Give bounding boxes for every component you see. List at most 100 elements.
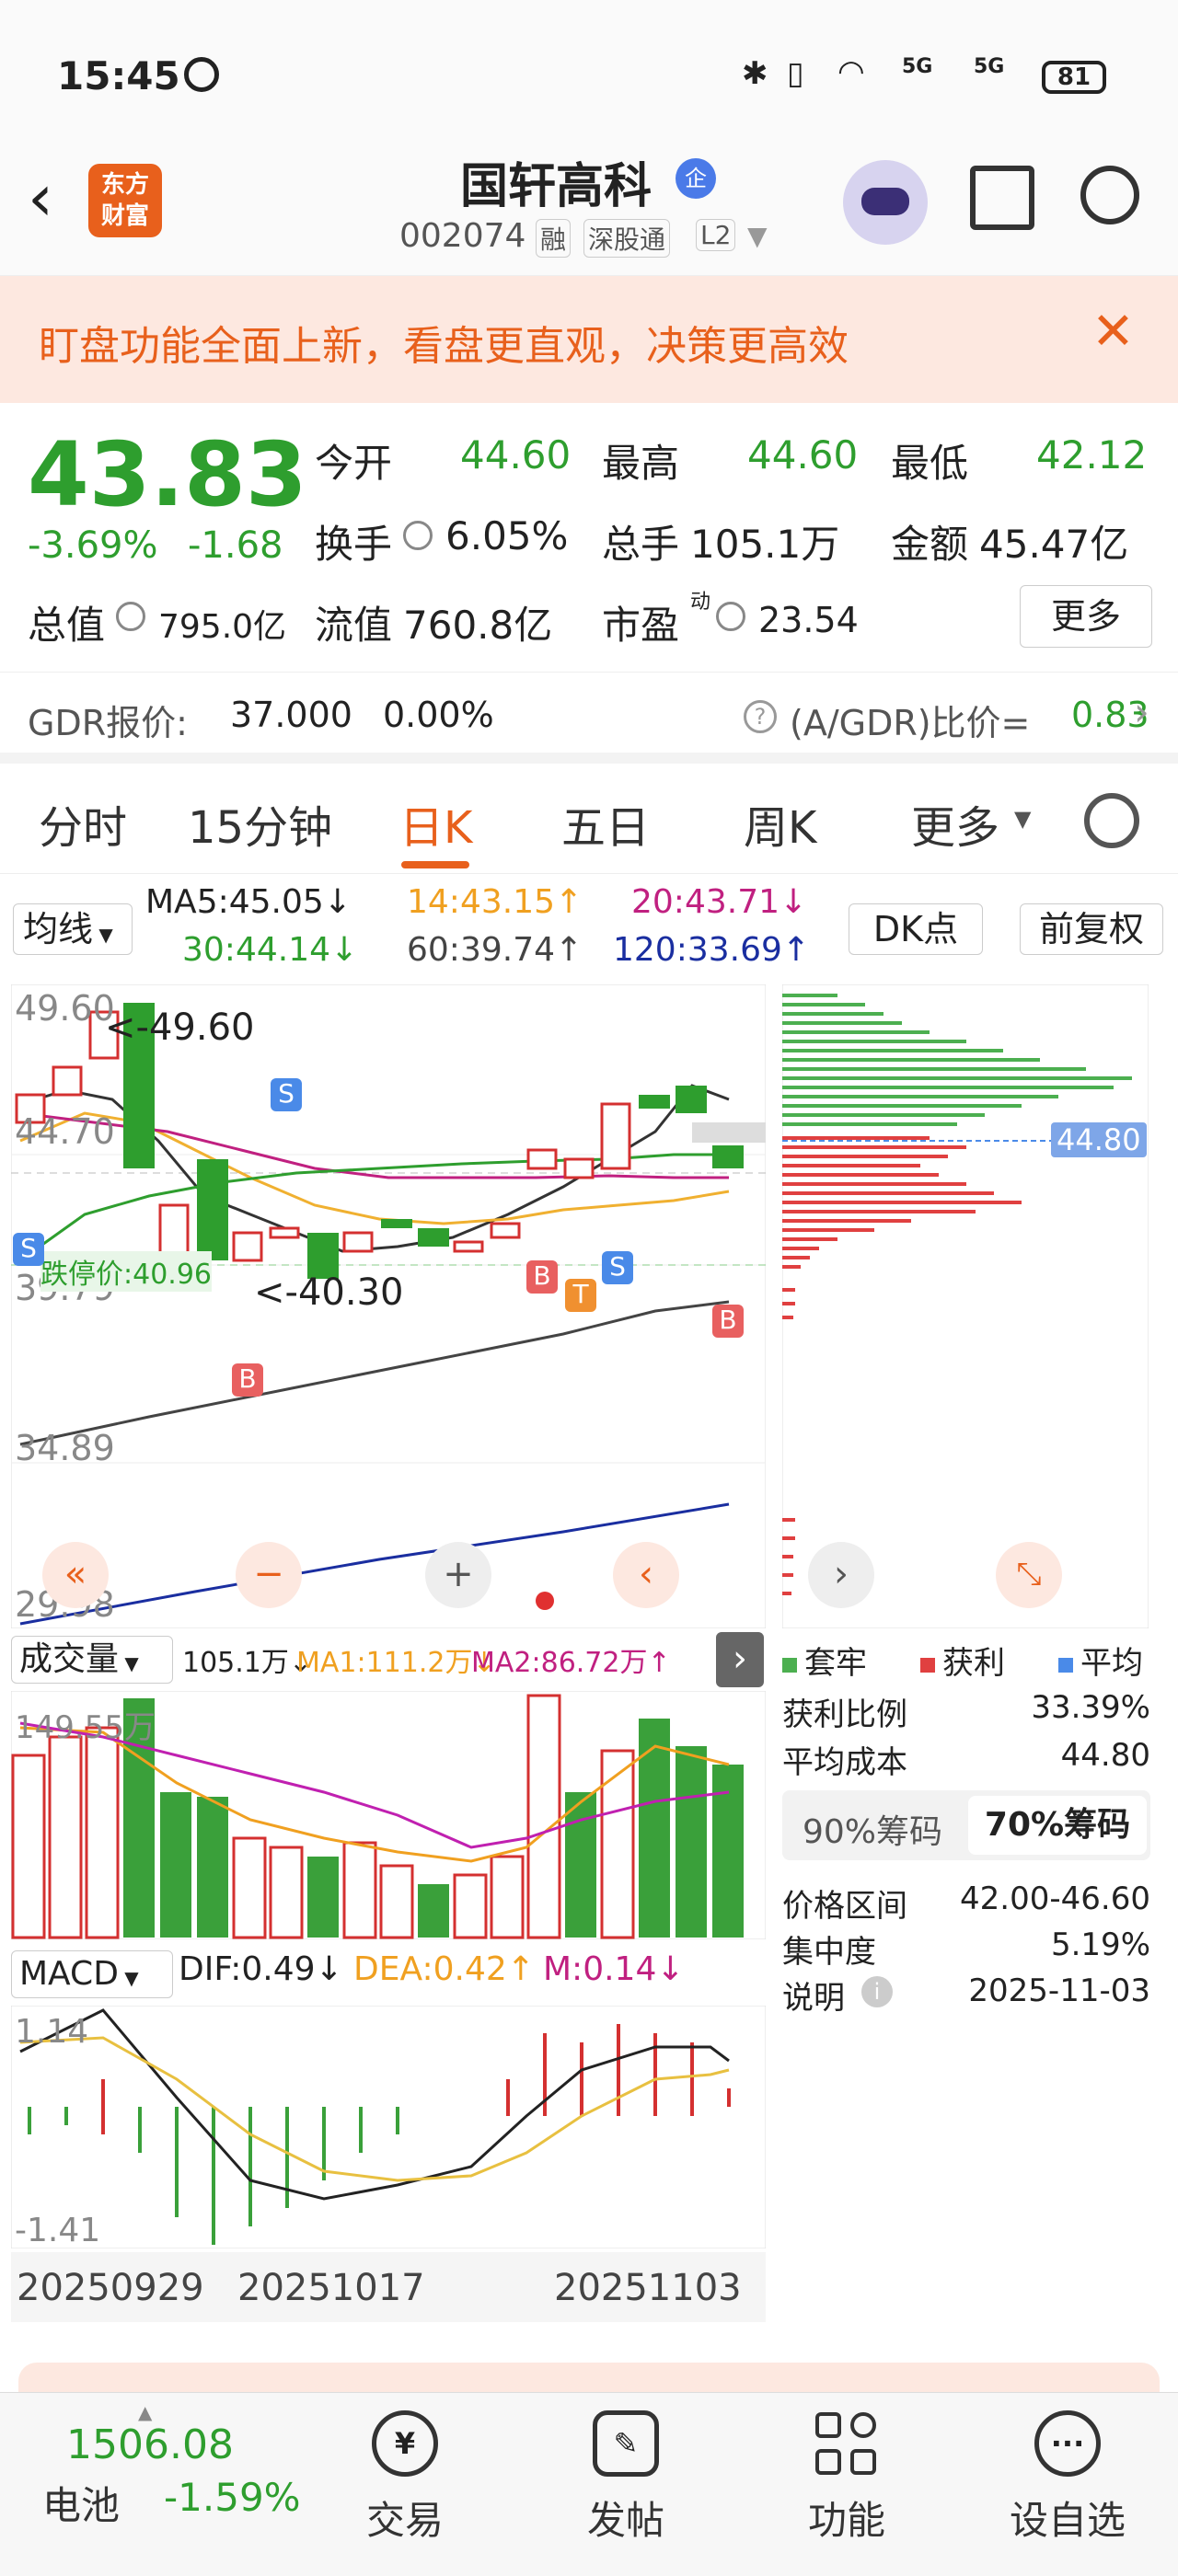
ma20-value: 20:43.71↓ xyxy=(631,883,808,921)
info-icon[interactable] xyxy=(716,602,745,631)
sector-name[interactable]: 电池 xyxy=(42,2475,120,2531)
nav-label: 功能 xyxy=(807,2498,885,2543)
amount-label: 金额 xyxy=(891,522,969,567)
nav-post[interactable]: ✎ 发帖 xyxy=(561,2410,690,2546)
chip-tab-bar: 90%筹码 70%筹码 xyxy=(782,1790,1150,1860)
wifi-icon: ◠ xyxy=(837,53,865,90)
macd-y-top: 1.14 xyxy=(15,2013,89,2051)
help-icon[interactable]: ? xyxy=(744,700,777,733)
adjust-button[interactable]: 前复权 xyxy=(1020,903,1163,955)
ma60-value: 60:39.74↑ xyxy=(407,931,583,969)
price-range-value: 42.00-46.60 xyxy=(960,1880,1150,1917)
banner-text: 盯盘功能全面上新，看盘更直观，决策更高效 xyxy=(39,323,849,370)
ai-assistant-icon[interactable] xyxy=(843,160,928,245)
ma-bar: 均线 ▼ MA5:45.05↓ 14:43.15↑ 20:43.71↓ 30:4… xyxy=(0,874,1178,984)
macd-dea: DEA:0.42↑ xyxy=(353,1950,535,1988)
active-tab-indicator xyxy=(401,861,469,868)
close-icon[interactable]: ✕ xyxy=(1091,302,1135,362)
avg-cost-value: 44.80 xyxy=(1060,1737,1150,1774)
y-label-top: 49.60 xyxy=(15,988,115,1029)
nav-trade[interactable]: ¥ 交易 xyxy=(341,2410,469,2546)
tag-margin: 融 xyxy=(536,219,572,258)
legend-trapped: 套牢 xyxy=(782,1638,867,1683)
caret-down-icon: ▼ xyxy=(1014,806,1032,832)
t-marker[interactable]: T xyxy=(565,1279,596,1312)
indicator-selector[interactable]: 均线 ▼ xyxy=(13,903,133,955)
legend-label: 套牢 xyxy=(804,1645,867,1682)
chevron-down-icon[interactable]: ▼ xyxy=(747,221,768,251)
tab-15min[interactable]: 15分钟 xyxy=(188,791,332,856)
more-dots-icon: ··· xyxy=(1034,2410,1101,2477)
gdr-price: 37.000 xyxy=(230,695,352,735)
period-tabs: 分时 15分钟 日K 五日 周K 更多 ▼ xyxy=(0,764,1178,874)
concentration-label: 集中度 xyxy=(782,1934,876,1971)
pe-value: 23.54 xyxy=(758,600,859,640)
header: ‹ 东方 财富 国轩高科 企 002074 融 深股通 L2 ▼ xyxy=(0,138,1178,276)
chip-distribution-chart[interactable] xyxy=(782,984,1149,1628)
tab-more[interactable]: 更多 xyxy=(911,791,999,856)
tab-chip-90[interactable]: 90%筹码 xyxy=(803,1805,942,1853)
enterprise-badge: 企 xyxy=(676,158,716,199)
pe-dynamic-tag: 动 xyxy=(690,591,711,614)
zoom-out-icon[interactable]: − xyxy=(236,1542,302,1608)
buy-marker[interactable]: B xyxy=(712,1305,744,1338)
sell-marker[interactable]: S xyxy=(271,1078,302,1111)
app-logo[interactable]: 东方 财富 xyxy=(88,164,162,237)
amount-value: 45.47亿 xyxy=(979,522,1129,567)
sell-marker[interactable]: S xyxy=(13,1233,44,1266)
chevron-right-icon[interactable]: › xyxy=(1134,689,1149,734)
buy-marker[interactable]: B xyxy=(232,1363,263,1397)
dk-points-button[interactable]: DK点 xyxy=(849,903,983,955)
macd-y-bottom: -1.41 xyxy=(15,2212,101,2249)
macd-selector[interactable]: MACD ▼ xyxy=(11,1950,173,1998)
tab-intraday[interactable]: 分时 xyxy=(39,791,127,856)
info-icon[interactable]: i xyxy=(861,1976,893,2007)
high-label: 最高 xyxy=(602,441,680,486)
sector-pct[interactable]: -1.59% xyxy=(164,2475,301,2520)
previous-icon[interactable]: ‹ xyxy=(613,1542,679,1608)
signal-icon-2: 5G xyxy=(974,55,1005,78)
macd-chart[interactable] xyxy=(11,2006,766,2248)
back-icon[interactable]: ‹ xyxy=(28,166,53,230)
sell-marker[interactable]: S xyxy=(602,1251,633,1284)
zoom-in-icon[interactable]: + xyxy=(425,1542,491,1608)
share-icon[interactable] xyxy=(970,166,1034,230)
float-value: 760.8亿 xyxy=(403,603,553,648)
nav-add-watchlist[interactable]: ··· 设自选 xyxy=(1003,2410,1132,2546)
legend-label: 获利 xyxy=(942,1645,1005,1682)
nav-functions[interactable]: 功能 xyxy=(782,2410,911,2546)
tab-chip-70[interactable]: 70%筹码 xyxy=(968,1796,1147,1855)
info-icon[interactable] xyxy=(403,521,433,550)
open-label: 今开 xyxy=(315,441,393,486)
expand-right-icon[interactable]: › xyxy=(716,1632,764,1687)
promo-banner[interactable]: 盯盘功能全面上新，看盘更直观，决策更高效 ✕ xyxy=(0,276,1178,403)
volume-ma2: MA2:86.72万↑ xyxy=(471,1647,671,1679)
legend-profit: 获利 xyxy=(920,1638,1005,1683)
nav-label: 交易 xyxy=(365,2498,444,2543)
y-label-2: 44.70 xyxy=(15,1111,115,1152)
next-icon[interactable]: › xyxy=(808,1542,874,1608)
tab-5day[interactable]: 五日 xyxy=(561,791,650,856)
info-icon[interactable] xyxy=(116,602,145,631)
quote-panel: 43.83 -3.69% -1.68 今开 44.60 最高 44.60 最低 … xyxy=(0,405,1178,672)
alarm-icon xyxy=(184,57,219,92)
tab-daily[interactable]: 日K xyxy=(399,791,472,856)
ma30-value: 30:44.14↓ xyxy=(182,931,359,969)
volume-header: 成交量 ▼ 105.1万↓ MA1:111.2万↓ MA2:86.72万↑ › xyxy=(0,1632,773,1687)
volume-value: 105.1万↓ xyxy=(182,1647,313,1679)
rewind-icon[interactable]: « xyxy=(42,1542,109,1608)
more-button[interactable]: 更多 xyxy=(1020,585,1152,648)
expand-icon[interactable]: ⤡ xyxy=(996,1542,1062,1608)
last-price: 43.83 xyxy=(28,423,307,526)
date-label: 20251017 xyxy=(237,2267,425,2309)
settings-gear-icon[interactable] xyxy=(1084,793,1139,848)
volume-value: 105.1万 xyxy=(690,522,840,567)
tab-weekly[interactable]: 周K xyxy=(744,791,816,856)
buy-marker[interactable]: B xyxy=(526,1260,558,1294)
selector-label: 均线 xyxy=(23,909,94,949)
date-label: 20250929 xyxy=(17,2267,204,2309)
sector-index-value[interactable]: 1506.08 xyxy=(66,2421,234,2468)
volume-selector[interactable]: 成交量 ▼ xyxy=(11,1636,173,1684)
search-icon[interactable] xyxy=(1080,166,1139,224)
caret-down-icon: ▼ xyxy=(119,1652,139,1674)
